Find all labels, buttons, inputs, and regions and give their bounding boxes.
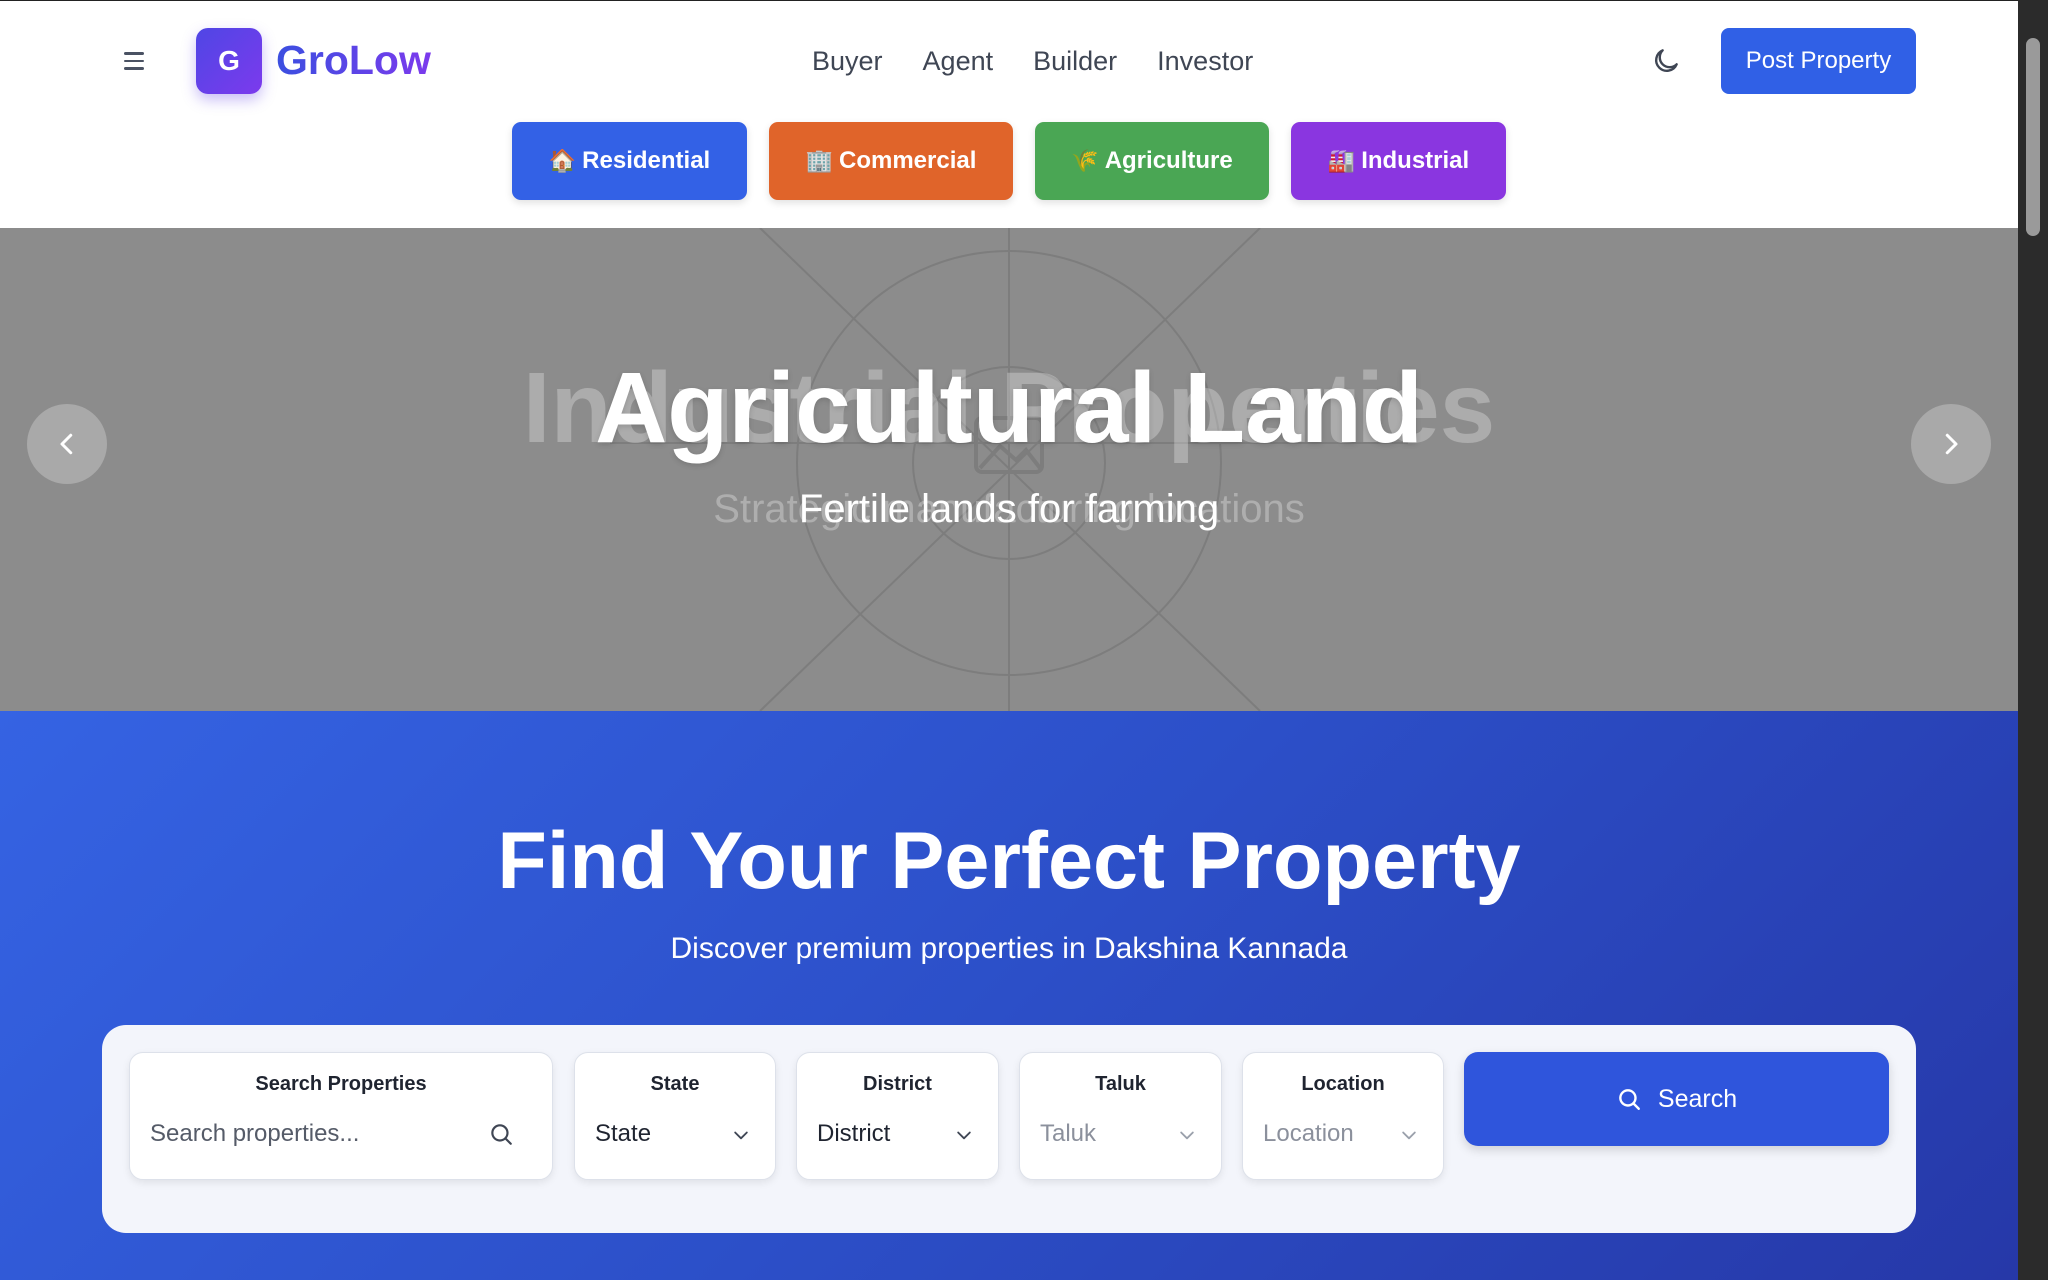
section-subtitle: Discover premium properties in Dakshina … [670, 932, 1348, 965]
menu-icon[interactable] [120, 47, 148, 75]
wheat-icon: 🌾 [1071, 148, 1099, 173]
district-select[interactable]: District District [796, 1052, 999, 1180]
nav-builder[interactable]: Builder [1033, 41, 1117, 81]
search-button-label: Search [1657, 1084, 1738, 1113]
state-select[interactable]: State State [574, 1052, 776, 1180]
logo-badge[interactable]: G [196, 28, 262, 94]
district-label: District [863, 1073, 932, 1095]
taluk-select[interactable]: Taluk Taluk [1019, 1052, 1222, 1180]
carousel-next-button[interactable] [1911, 404, 1991, 484]
main-nav: Buyer Agent Builder Investor [812, 41, 1253, 81]
chevron-down-icon [734, 1131, 748, 1140]
nav-agent[interactable]: Agent [923, 41, 994, 81]
moon-icon[interactable] [1650, 45, 1682, 77]
page: G GroLow Buyer Agent Builder Investor Po… [0, 0, 2018, 1280]
category-label: Residential [582, 147, 711, 174]
house-icon: 🏠 [548, 148, 577, 173]
hero-title: Agricultural Land [595, 352, 1423, 464]
chevron-right-icon [1945, 433, 1958, 455]
category-label: Industrial [1361, 147, 1470, 174]
carousel-prev-button[interactable] [27, 404, 107, 484]
location-value: Location [1263, 1120, 1354, 1147]
taluk-value: Taluk [1040, 1120, 1097, 1147]
state-value: State [595, 1120, 652, 1147]
category-agriculture[interactable]: 🌾 Agriculture [1035, 122, 1269, 200]
search-panel: Search Properties Search properties... S… [102, 1025, 1916, 1233]
nav-buyer[interactable]: Buyer [812, 41, 883, 81]
image-placeholder-icon [610, 228, 1408, 711]
hero-subtitle: Fertile lands for farming [798, 487, 1220, 531]
search-icon [1619, 1089, 1640, 1110]
district-value: District [817, 1120, 891, 1147]
category-industrial[interactable]: 🏭 Industrial [1291, 122, 1506, 200]
brand-name[interactable]: GroLow [276, 35, 431, 85]
state-label: State [650, 1073, 700, 1095]
search-label: Search Properties [255, 1073, 427, 1095]
category-label: Agriculture [1104, 147, 1233, 174]
chevron-left-icon [60, 433, 73, 455]
search-button[interactable]: Search [1464, 1052, 1889, 1146]
search-section: Find Your Perfect Property Discover prem… [0, 711, 2018, 1280]
office-building-icon: 🏢 [805, 148, 833, 173]
chevron-down-icon [1402, 1131, 1416, 1140]
scrollbar-thumb[interactable] [2026, 38, 2040, 236]
category-commercial[interactable]: 🏢 Commercial [769, 122, 1013, 200]
category-residential[interactable]: 🏠 Residential [512, 122, 747, 200]
chevron-down-icon [957, 1131, 971, 1140]
category-bar: 🏠 Residential 🏢 Commercial 🌾 Agriculture… [0, 122, 2018, 200]
category-label: Commercial [839, 147, 977, 174]
site-header: G GroLow Buyer Agent Builder Investor Po… [0, 1, 2018, 228]
hero-carousel: Industrial Properties Strategic manufact… [0, 228, 2018, 711]
factory-icon: 🏭 [1327, 148, 1356, 173]
search-field[interactable]: Search Properties Search properties... [129, 1052, 553, 1180]
page-scrollbar[interactable] [2018, 0, 2048, 1280]
nav-investor[interactable]: Investor [1157, 41, 1253, 81]
search-icon [491, 1124, 512, 1145]
search-input[interactable]: Search properties... [150, 1119, 359, 1149]
section-title: Find Your Perfect Property [497, 816, 1521, 906]
chevron-down-icon [1180, 1131, 1194, 1140]
location-label: Location [1301, 1073, 1385, 1095]
post-property-button[interactable]: Post Property [1721, 28, 1916, 94]
taluk-label: Taluk [1095, 1073, 1146, 1095]
location-select[interactable]: Location Location [1242, 1052, 1444, 1180]
